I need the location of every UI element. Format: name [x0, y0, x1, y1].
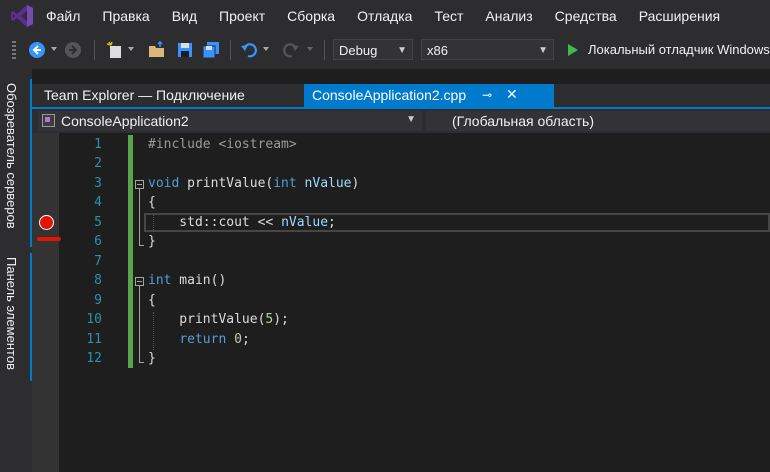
code-line-3: void printValue(int nValue): [148, 176, 360, 191]
code-line-6: }: [148, 234, 156, 249]
code-line-5: std::cout << nValue;: [148, 215, 336, 230]
code-line-11: return 0;: [179, 332, 250, 347]
redo-dropdown-icon[interactable]: [306, 45, 314, 53]
line-number: 2: [94, 156, 102, 171]
save-all-icon[interactable]: [202, 41, 220, 59]
new-dropdown-icon[interactable]: [127, 45, 135, 53]
open-folder-icon[interactable]: [148, 41, 166, 59]
line-number: 8: [94, 273, 102, 288]
change-tracking-bar: [128, 135, 133, 368]
start-debugging-icon[interactable]: [566, 43, 580, 57]
code-line-8: int main(): [148, 273, 227, 288]
main-menu: Файл Правка Вид Проект Сборка Отладка Те…: [46, 0, 720, 31]
line-number: 10: [86, 312, 102, 327]
menu-debug[interactable]: Отладка: [357, 8, 412, 24]
outline-line: [139, 189, 140, 245]
menu-view[interactable]: Вид: [172, 8, 197, 24]
code-editor[interactable]: 1 2 3 4 5 6 7 8 9 10 11 12 #include <ios…: [32, 133, 770, 472]
project-name: ConsoleApplication2: [61, 113, 189, 129]
configuration-select[interactable]: Debug ▼: [333, 39, 413, 60]
cpp-project-icon: [42, 114, 55, 127]
left-tool-rail: Обозреватель серверов Панель элементов: [0, 69, 32, 472]
code-line-1: #include <iostream>: [148, 137, 297, 152]
toolbox-tab[interactable]: Панель элементов: [4, 257, 19, 370]
start-debugger-button[interactable]: Локальный отладчик Windows: [588, 42, 770, 57]
line-number: 9: [94, 293, 102, 308]
menu-test[interactable]: Тест: [434, 8, 463, 24]
toolbar-grip[interactable]: [12, 41, 16, 59]
toolbar-separator: [230, 40, 231, 60]
undo-dropdown-icon[interactable]: [262, 45, 270, 53]
back-dropdown-icon[interactable]: [50, 45, 58, 53]
outline-end: [139, 362, 144, 363]
close-tab-icon[interactable]: ✕: [506, 86, 518, 103]
navigate-forward-icon[interactable]: [64, 41, 82, 59]
breakpoint-underline-marker: [37, 237, 61, 241]
code-line-9: {: [148, 293, 156, 308]
document-tab-strip: Team Explorer — Подключение ConsoleAppli…: [32, 84, 770, 107]
menu-extensions[interactable]: Расширения: [639, 8, 720, 24]
toolbar-separator: [94, 40, 95, 60]
code-line-12: }: [148, 351, 156, 366]
line-number: 3: [94, 176, 102, 191]
menu-build[interactable]: Сборка: [287, 8, 335, 24]
save-icon[interactable]: [176, 41, 194, 59]
standard-toolbar: Debug ▼ x86 ▼ Локальный отладчик Windows: [0, 31, 770, 69]
menu-edit[interactable]: Правка: [102, 8, 149, 24]
chevron-down-icon: ▼: [397, 45, 407, 56]
line-number: 5: [94, 215, 102, 230]
chevron-down-icon: ▼: [538, 45, 548, 56]
tab-team-explorer[interactable]: Team Explorer — Подключение: [44, 87, 245, 103]
menu-bar: Файл Правка Вид Проект Сборка Отладка Те…: [0, 0, 770, 31]
navigate-back-icon[interactable]: [28, 41, 46, 59]
line-number: 1: [94, 137, 102, 152]
outline-line: [139, 286, 140, 362]
undo-icon[interactable]: [240, 41, 258, 59]
tab-label: ConsoleApplication2.cpp: [312, 87, 467, 103]
outline-end: [139, 245, 144, 246]
platform-select[interactable]: x86 ▼: [421, 39, 554, 60]
chevron-down-icon: ▼: [406, 114, 416, 125]
menu-tools[interactable]: Средства: [555, 8, 617, 24]
tab-console-application-cpp[interactable]: ConsoleApplication2.cpp ⊸ ✕: [304, 84, 554, 107]
scope-name: (Глобальная область): [452, 113, 595, 129]
pin-tab-icon[interactable]: ⊸: [482, 88, 492, 102]
toolbar-separator: [324, 40, 325, 60]
line-number: 12: [86, 351, 102, 366]
redo-icon[interactable]: [282, 41, 300, 59]
breakpoint-icon[interactable]: [39, 215, 54, 230]
line-number: 11: [86, 332, 102, 347]
menu-file[interactable]: Файл: [46, 8, 80, 24]
menu-project[interactable]: Проект: [219, 8, 265, 24]
server-explorer-tab[interactable]: Обозреватель серверов: [4, 83, 19, 229]
project-dropdown[interactable]: ConsoleApplication2 ▼: [38, 111, 422, 131]
configuration-value: Debug: [339, 43, 378, 58]
code-line-4: {: [148, 195, 156, 210]
code-line-10: printValue(5);: [148, 312, 289, 327]
glyph-margin[interactable]: [32, 133, 59, 472]
line-number: 4: [94, 195, 102, 210]
line-number: 6: [94, 234, 102, 249]
line-number: 7: [94, 254, 102, 269]
collapse-region-icon[interactable]: [135, 277, 144, 286]
collapse-region-icon[interactable]: [135, 180, 144, 189]
visual-studio-logo-icon: [11, 5, 33, 27]
scope-dropdown[interactable]: (Глобальная область): [426, 111, 770, 131]
menu-analyze[interactable]: Анализ: [485, 8, 532, 24]
editor-navigation-bar: ConsoleApplication2 ▼ (Глобальная област…: [32, 109, 770, 133]
new-project-icon[interactable]: [106, 41, 124, 59]
platform-value: x86: [427, 43, 448, 58]
